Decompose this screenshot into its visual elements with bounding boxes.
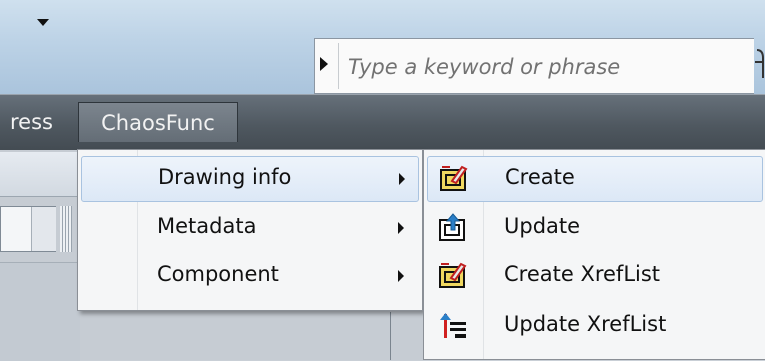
- drawing-info-submenu: Create Update Create XrefList Update Xre…: [423, 149, 765, 360]
- menu-item-label: Metadata: [157, 214, 257, 238]
- menu-item-label: Component: [157, 262, 279, 286]
- menu-bar: ress ChaosFunc: [0, 94, 765, 151]
- drawing-update-icon: [439, 213, 465, 241]
- submenu-item-update[interactable]: Update: [427, 206, 763, 252]
- menu-item-metadata[interactable]: Metadata: [81, 206, 419, 252]
- xreflist-create-icon: [439, 262, 467, 288]
- panel-divider: [390, 312, 391, 360]
- submenu-item-label: Update: [504, 214, 581, 238]
- submenu-item-label: Update XrefList: [504, 312, 667, 336]
- toolbar-grip-handle[interactable]: [60, 206, 72, 252]
- search-divider: [338, 43, 339, 89]
- combo-dropdown-button[interactable]: [31, 207, 56, 251]
- search-expand-arrow-icon[interactable]: [320, 57, 328, 71]
- user-login-icon[interactable]: [754, 48, 765, 82]
- menubar-item-express[interactable]: ress: [0, 102, 63, 142]
- submenu-item-update-xreflist[interactable]: Update XrefList: [427, 304, 763, 350]
- menu-item-drawing-info[interactable]: Drawing info: [81, 156, 419, 202]
- layer-combo-box[interactable]: [0, 206, 56, 252]
- drawing-create-icon: [440, 165, 468, 191]
- submenu-item-create[interactable]: Create: [427, 156, 763, 202]
- submenu-item-create-xreflist[interactable]: Create XrefList: [427, 254, 763, 300]
- xreflist-update-icon: [440, 313, 466, 338]
- side-panel: [0, 262, 80, 361]
- submenu-arrow-icon: [399, 173, 405, 185]
- chaosfunc-dropdown-menu: Drawing info Metadata Component: [77, 149, 423, 311]
- submenu-item-label: Create XrefList: [504, 262, 661, 286]
- menu-item-component[interactable]: Component: [81, 254, 419, 300]
- toolbar-strip: [0, 152, 80, 197]
- submenu-arrow-icon: [398, 270, 404, 282]
- submenu-item-label: Create: [505, 165, 575, 189]
- search-input[interactable]: [346, 50, 745, 84]
- menu-item-label: Drawing info: [158, 165, 292, 189]
- chevron-down-icon[interactable]: [37, 19, 49, 26]
- menubar-item-chaosfunc[interactable]: ChaosFunc: [78, 102, 238, 142]
- submenu-arrow-icon: [398, 222, 404, 234]
